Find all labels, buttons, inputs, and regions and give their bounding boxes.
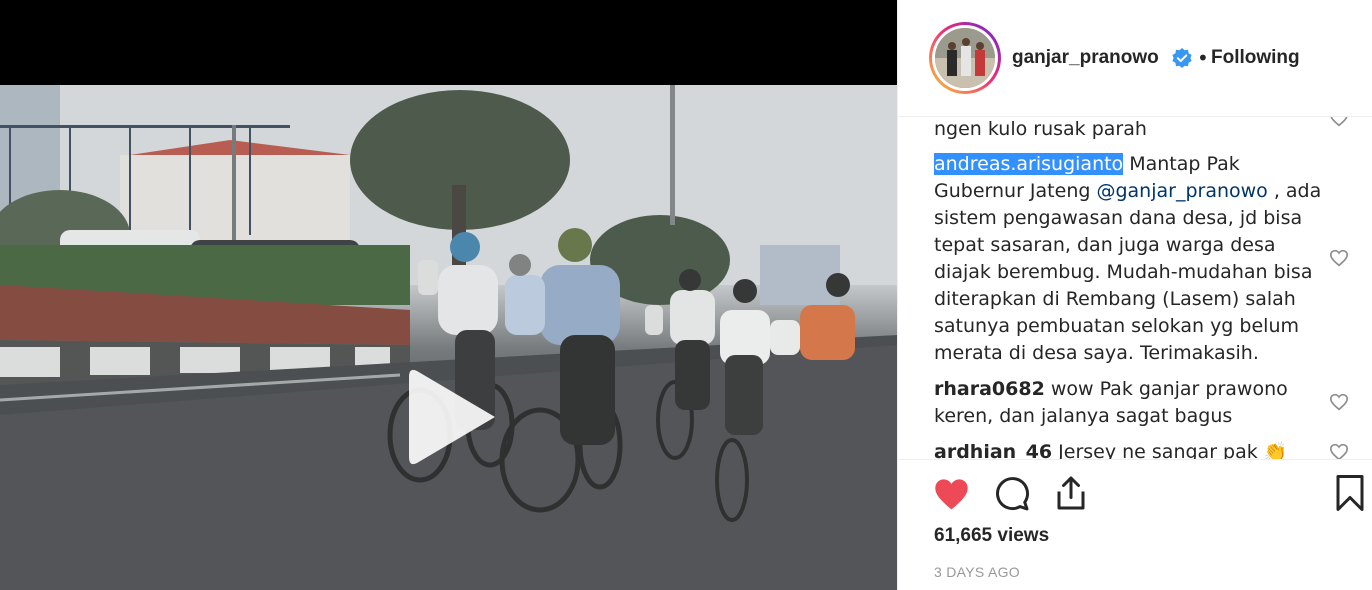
share-upload-icon[interactable] [1053,474,1089,512]
comment-like-icon[interactable] [1329,443,1349,459]
comment-item: ardhian_46 Jersey ne sangar pak 👏 [934,439,1324,459]
post-header: ganjar_pranowo • Following [898,0,1372,117]
comment-text: ngen kulo rusak parah [934,118,1147,140]
heart-filled-icon[interactable] [933,477,970,511]
video-still-image [0,85,897,590]
comment-item: ngen kulo rusak parah [934,117,1324,143]
comment-text: Jersey ne sangar pak 👏 [1052,441,1288,459]
comment-like-icon[interactable] [1329,249,1349,267]
comment-mention-link[interactable]: @ganjar_pranowo [1096,180,1267,202]
comments-list[interactable]: ngen kulo rusak parah andreas.arisugiant… [898,117,1372,459]
video-player[interactable] [0,0,897,590]
post-actions: 61,665 views 3 DAYS AGO [898,459,1372,590]
comment-bubble-icon[interactable] [994,476,1030,512]
comment-like-icon[interactable] [1329,393,1349,411]
play-icon[interactable] [405,365,501,469]
comment-username[interactable]: rhara0682 [934,378,1045,400]
comment-text: , ada sistem pengawasan dana desa, jd bi… [934,180,1322,364]
verified-badge-icon [1172,48,1192,68]
avatar[interactable] [929,22,1001,94]
comment-item: rhara0682 wow Pak ganjar prawono keren, … [934,376,1324,430]
comment-username[interactable]: andreas.arisugianto [934,153,1124,175]
view-count[interactable]: 61,665 views [934,525,1049,547]
bookmark-icon[interactable] [1335,474,1365,512]
comment-username[interactable]: ardhian_46 [934,441,1052,459]
post-panel: ganjar_pranowo • Following ngen kulo rus… [897,0,1372,590]
separator-dot: • [1197,46,1209,70]
post-username[interactable]: ganjar_pranowo [1012,47,1159,69]
comment-like-icon[interactable] [1329,117,1349,127]
video-frame[interactable] [0,85,897,590]
comment-item: andreas.arisugianto Mantap Pak Gubernur … [934,151,1324,367]
post-timestamp[interactable]: 3 DAYS AGO [934,564,1020,580]
following-button[interactable]: Following [1211,47,1300,69]
avatar-image [935,28,995,88]
